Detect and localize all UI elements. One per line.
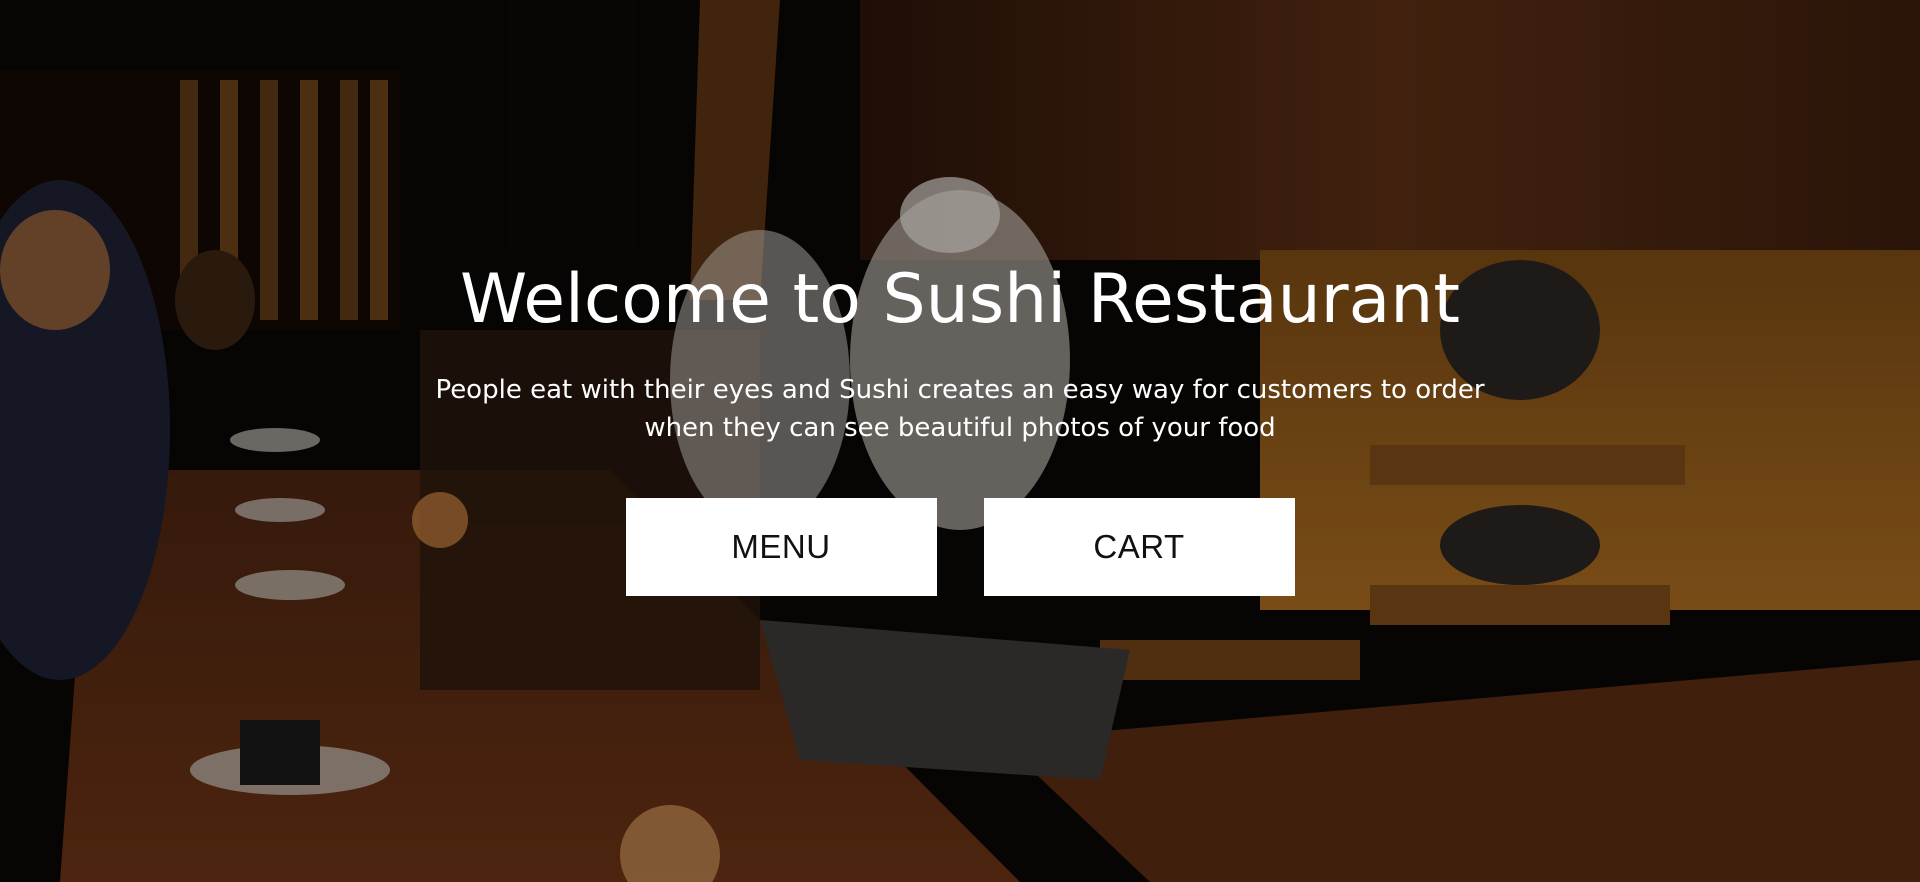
menu-button[interactable]: MENU bbox=[625, 498, 937, 596]
hero-section: Welcome to Sushi Restaurant People eat w… bbox=[0, 0, 1920, 882]
hero-title: Welcome to Sushi Restaurant bbox=[459, 260, 1461, 339]
hero-subtitle: People eat with their eyes and Sushi cre… bbox=[435, 375, 1485, 443]
cart-button[interactable]: CART bbox=[983, 498, 1295, 596]
hero-actions: MENU CART bbox=[0, 498, 1920, 596]
hero-content: Welcome to Sushi Restaurant People eat w… bbox=[0, 255, 1920, 596]
